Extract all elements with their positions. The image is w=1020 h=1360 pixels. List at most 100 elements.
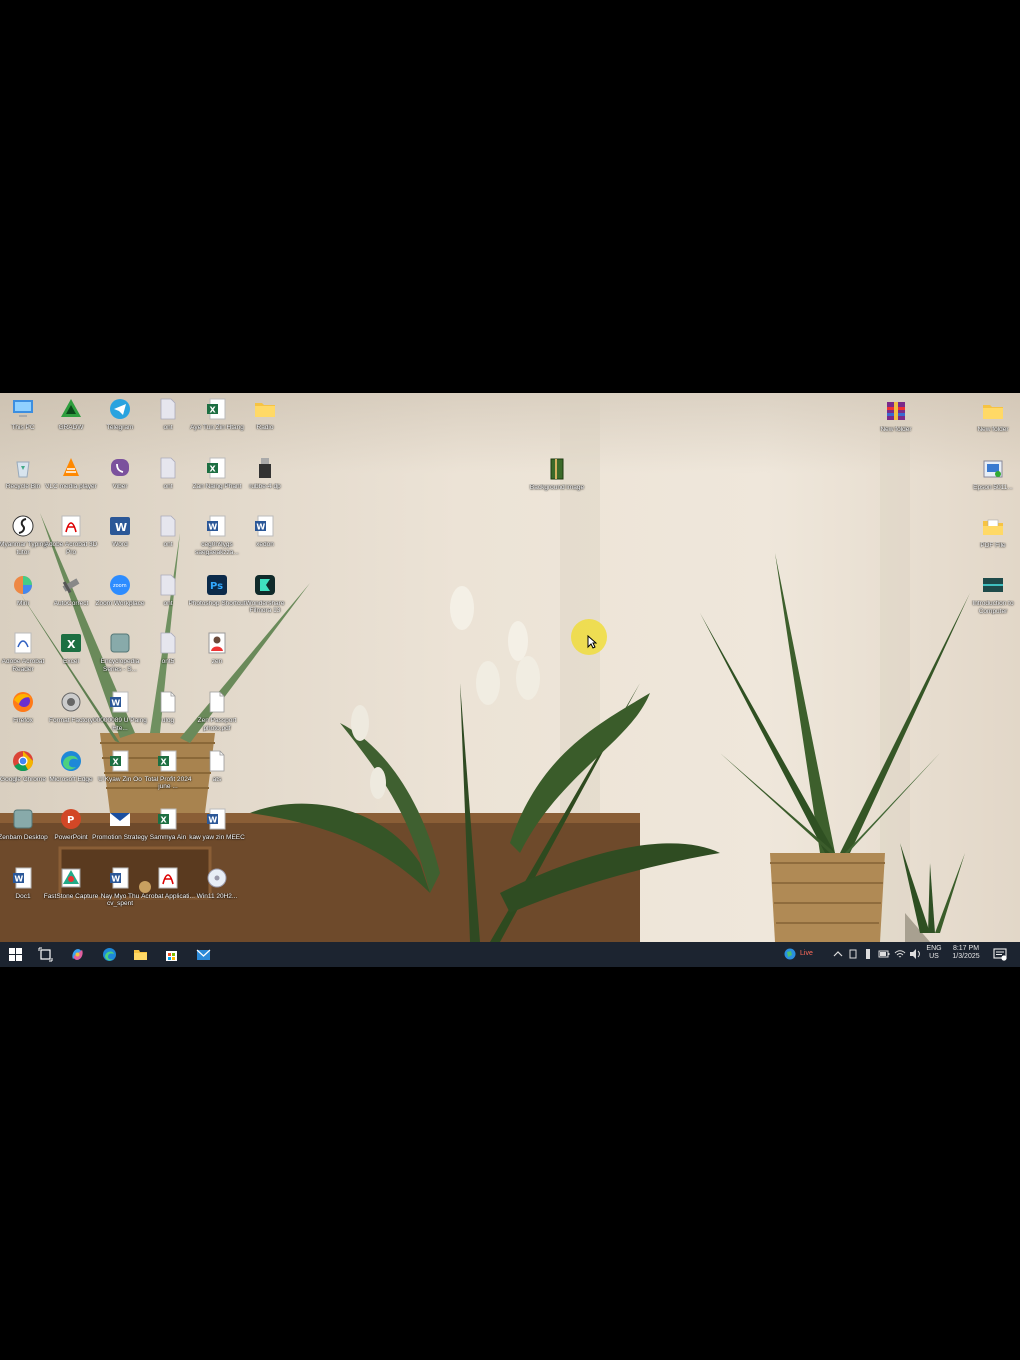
svg-text:zoom: zoom (113, 583, 127, 589)
file-icon (156, 573, 180, 597)
desktop-icon[interactable]: W 00000089 U Paing Hte... (93, 686, 147, 744)
volume-icon[interactable] (909, 948, 921, 960)
desktop-icon[interactable]: Ps Photoshop Shortcut (188, 569, 246, 627)
desktop-icon[interactable]: X Aye Tun Zin Htang (190, 393, 244, 451)
filmora-icon (253, 573, 277, 597)
region-label: US (929, 953, 939, 960)
svg-text:X: X (67, 638, 76, 651)
book-icon (545, 457, 569, 481)
desktop-icon[interactable]: PDF File (968, 511, 1018, 569)
desktop-icon[interactable]: New folder (871, 395, 921, 453)
clock-time: 8:17 PM (952, 945, 980, 952)
desktop-icon[interactable]: zen (192, 627, 242, 685)
language-indicator[interactable]: ENG US (924, 945, 944, 961)
desktop-icon[interactable]: Zenbam Desktop (0, 803, 48, 861)
desktop-icon[interactable]: P PowerPoint (46, 803, 96, 861)
device-icon[interactable] (848, 948, 858, 960)
desktop-icon[interactable]: Adobe Acrobat Reader (0, 627, 48, 685)
desktop-icon[interactable]: X Zan Naing Phant (192, 452, 242, 510)
desktop-icon-label: New folder (880, 426, 912, 433)
file-icon (156, 631, 180, 655)
desktop-icon[interactable]: W Nay Myo Thu cv_spent (95, 862, 145, 920)
windows-start-icon[interactable] (8, 947, 23, 962)
usb-icon (253, 456, 277, 480)
folder-icon (253, 397, 277, 421)
desktop-icon[interactable]: Epson 5011... (968, 453, 1018, 511)
desktop-icon[interactable]: Acrobat Applicati... (141, 862, 195, 920)
desktop-icon[interactable]: ulog (143, 686, 193, 744)
desktop-icon[interactable]: Google Chrome (0, 745, 48, 803)
desktop-icon[interactable]: Background image (530, 453, 584, 511)
desktop-icon[interactable]: New folder (968, 395, 1018, 453)
clock[interactable]: 8:17 PM 1/3/2025 (946, 945, 986, 961)
mail-icon[interactable] (196, 947, 211, 962)
desktop-icon[interactable]: AutoCorrect (46, 569, 96, 627)
battery-icon[interactable] (878, 948, 890, 960)
desktop-icon[interactable]: Wceg0n9ygs saegaeakzza... (192, 510, 242, 568)
desktop-icon-label: Introduction to Computer (972, 600, 1014, 615)
desktop-icon[interactable]: ont (143, 393, 193, 451)
desktop-icon[interactable]: Wkaw yaw zin MEEC (189, 803, 245, 861)
usb-icon[interactable] (863, 948, 873, 960)
desktop-icon[interactable]: ont5 (143, 627, 193, 685)
pc-icon (11, 397, 35, 421)
desktop-icon[interactable]: This PC (0, 393, 48, 451)
desktop-icon[interactable]: Promotion Strategy (92, 803, 148, 861)
disc-icon (205, 866, 229, 890)
vlc-icon (59, 456, 83, 480)
weather-label[interactable]: Live (800, 950, 813, 958)
desktop-icon[interactable]: Zen Passport photo.pdf (192, 686, 242, 744)
desktop-icon[interactable]: ats (192, 745, 242, 803)
desktop-icon[interactable]: Adobe Acrobat 3D Pro (45, 510, 97, 568)
mouse-pointer-icon (587, 635, 597, 649)
desktop-icon[interactable]: W Doc1 (0, 862, 48, 920)
svg-text:Ps: Ps (210, 581, 223, 592)
file-explorer-icon[interactable] (133, 947, 148, 962)
edge-icon[interactable] (102, 947, 117, 962)
desktop-icon-label: ats (212, 775, 222, 783)
desktop-icon[interactable]: Format Factory (46, 686, 96, 744)
desktop-icon[interactable]: GRADW (46, 393, 96, 451)
desktop-icon-label: rubbe-4 dp (249, 482, 281, 490)
desktop-icon[interactable]: Encyclopedia Series - S... (95, 627, 145, 685)
desktop-icon[interactable]: Myanmar Typing tutor (0, 510, 48, 568)
weather-globe-icon[interactable] (784, 948, 796, 960)
desktop-icon[interactable]: rubbe-4 dp (240, 452, 290, 510)
desktop-icon[interactable]: X Sammya Ain (143, 803, 193, 861)
desktop-icon[interactable]: X Excel (46, 627, 96, 685)
desktop-icon[interactable]: W Word (95, 510, 145, 568)
blank-file-icon (205, 690, 229, 714)
desktop-icon[interactable]: Introduction to Computer (968, 569, 1018, 627)
desktop-icon[interactable]: ont (143, 452, 193, 510)
svg-text:W: W (111, 699, 120, 708)
chevron-up-icon[interactable] (833, 948, 843, 960)
desktop-icon[interactable]: Radio (240, 393, 290, 451)
copilot-icon[interactable] (70, 947, 85, 962)
desktop-icon[interactable]: FastStone Capture (44, 862, 98, 920)
desktop-icon[interactable]: Recycle Bin (0, 452, 48, 510)
desktop-icon[interactable]: Telegram (95, 393, 145, 451)
desktop-icon[interactable]: Wondershare Filmora 13 (240, 569, 290, 627)
wifi-icon[interactable] (894, 948, 906, 960)
desktop-icon-label: Background image (529, 484, 585, 491)
excel-doc-icon: X (205, 456, 229, 480)
desktop-icon[interactable]: VLC media player (45, 452, 97, 510)
notification-icon[interactable] (993, 947, 1007, 961)
taskbar: Live ENG US 8:17 PM 1/3/2025 (0, 942, 1020, 967)
store-icon[interactable] (164, 947, 179, 962)
desktop-icon[interactable]: Win11 20H2... (192, 862, 242, 920)
desktop-icon-label: Radio (256, 424, 274, 431)
desktop-icon[interactable]: Microsoft Edge (46, 745, 96, 803)
task-view-icon[interactable] (38, 947, 53, 962)
desktop-icon[interactable]: Viber (95, 452, 145, 510)
svg-text:W: W (14, 874, 23, 883)
desktop-icon[interactable]: Firefox (0, 686, 48, 744)
desktop-icon[interactable]: zoom Zoom Workplace (95, 569, 145, 627)
desktop-icon[interactable]: X Total Profit 2024 june ... (143, 745, 193, 803)
desktop-icon[interactable]: Mini (0, 569, 48, 627)
desktop-icon[interactable]: XU Kyaw Zin Oo (95, 745, 145, 803)
desktop-icon[interactable]: Wxedon (240, 510, 290, 568)
desktop-icon[interactable]: ont (143, 510, 193, 568)
desktop-icon[interactable]: ont (143, 569, 193, 627)
word-doc-icon: W (253, 514, 277, 538)
